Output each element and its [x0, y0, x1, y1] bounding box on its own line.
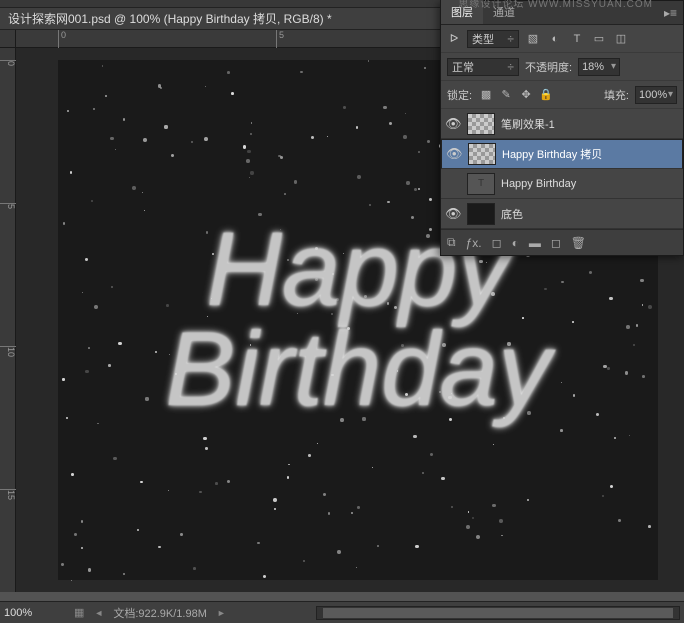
layer-filter-row: ᐅ 类型÷ ▧ ◐ T ▭ ◫: [441, 25, 683, 53]
visibility-toggle-icon[interactable]: 👁: [445, 206, 461, 222]
lock-transparency-icon[interactable]: ▩: [478, 87, 494, 103]
layer-row[interactable]: 👁 笔刷效果-1: [441, 109, 683, 139]
ruler-origin[interactable]: [0, 30, 16, 48]
opacity-label: 不透明度:: [525, 59, 572, 75]
lock-all-icon[interactable]: 🔒: [538, 87, 554, 103]
status-prev-icon[interactable]: ◄: [94, 608, 103, 618]
layer-mask-icon[interactable]: ◻: [492, 236, 502, 250]
status-bar: 100% ▦ ◄ 文档:922.9K/1.98M ►: [0, 601, 684, 623]
filter-type-select[interactable]: 类型÷: [467, 30, 519, 48]
filter-smart-icon[interactable]: ◫: [613, 31, 629, 47]
lock-label: 锁定:: [447, 87, 472, 103]
file-size: 文档:922.9K/1.98M: [113, 605, 207, 621]
ruler-vertical[interactable]: 0 5 10 15: [0, 48, 16, 592]
new-layer-icon[interactable]: ◻: [551, 236, 561, 250]
panel-footer: ⧉ ƒx. ◻ ◐ ▬ ◻ 🗑: [441, 229, 683, 255]
layer-fx-icon[interactable]: ƒx.: [466, 236, 482, 250]
status-next-icon[interactable]: ►: [217, 608, 226, 618]
layer-thumbnail[interactable]: [467, 203, 495, 225]
group-icon[interactable]: ▬: [529, 236, 541, 250]
delete-layer-icon[interactable]: 🗑: [571, 236, 586, 250]
blend-row: 正常÷ 不透明度: 18%▾: [441, 53, 683, 81]
layer-name[interactable]: Happy Birthday: [501, 178, 576, 190]
document-title: 设计探索网001.psd @ 100% (Happy Birthday 拷贝, …: [8, 10, 332, 27]
fill-input[interactable]: 100%▾: [635, 86, 677, 104]
lock-paint-icon[interactable]: ✎: [498, 87, 514, 103]
visibility-toggle-icon[interactable]: 👁: [446, 146, 462, 162]
filter-type-icon[interactable]: T: [569, 31, 585, 47]
layer-row[interactable]: 👁 底色: [441, 199, 683, 229]
layer-name[interactable]: 笔刷效果-1: [501, 116, 555, 132]
layer-thumbnail[interactable]: T: [467, 173, 495, 195]
lock-position-icon[interactable]: ✥: [518, 87, 534, 103]
zoom-level[interactable]: 100%: [4, 607, 64, 619]
opacity-input[interactable]: 18%▾: [578, 58, 620, 76]
layers-panel: 思缘设计论坛 WWW.MISSYUAN.COM 图层 通道 ▸≡ ᐅ 类型÷ ▧…: [440, 0, 684, 256]
visibility-toggle-icon[interactable]: 👁: [445, 116, 461, 132]
layer-thumbnail[interactable]: [468, 143, 496, 165]
layer-row[interactable]: T Happy Birthday: [441, 169, 683, 199]
panel-menu-icon[interactable]: ▸≡: [658, 2, 683, 24]
adjustment-layer-icon[interactable]: ◐: [512, 236, 519, 250]
filter-adjust-icon[interactable]: ◐: [547, 31, 563, 47]
blend-mode-select[interactable]: 正常÷: [447, 58, 519, 76]
watermark: 思缘设计论坛 WWW.MISSYUAN.COM: [458, 0, 653, 10]
horizontal-scrollbar[interactable]: [316, 606, 680, 620]
filter-pixel-icon[interactable]: ▧: [525, 31, 541, 47]
lock-row: 锁定: ▩ ✎ ✥ 🔒 填充: 100%▾: [441, 81, 683, 109]
layer-thumbnail[interactable]: [467, 113, 495, 135]
filter-shape-icon[interactable]: ▭: [591, 31, 607, 47]
layer-row[interactable]: 👁 Happy Birthday 拷贝: [441, 139, 683, 169]
fill-label: 填充:: [604, 87, 629, 103]
layer-name[interactable]: 底色: [501, 206, 523, 222]
view-options-icon[interactable]: ▦: [74, 606, 84, 619]
layer-list: 👁 笔刷效果-1 👁 Happy Birthday 拷贝 T Happy Birthday…: [441, 109, 683, 229]
link-layers-icon[interactable]: ⧉: [447, 235, 456, 250]
filter-icon: ᐅ: [447, 32, 461, 46]
layer-name[interactable]: Happy Birthday 拷贝: [502, 146, 602, 162]
